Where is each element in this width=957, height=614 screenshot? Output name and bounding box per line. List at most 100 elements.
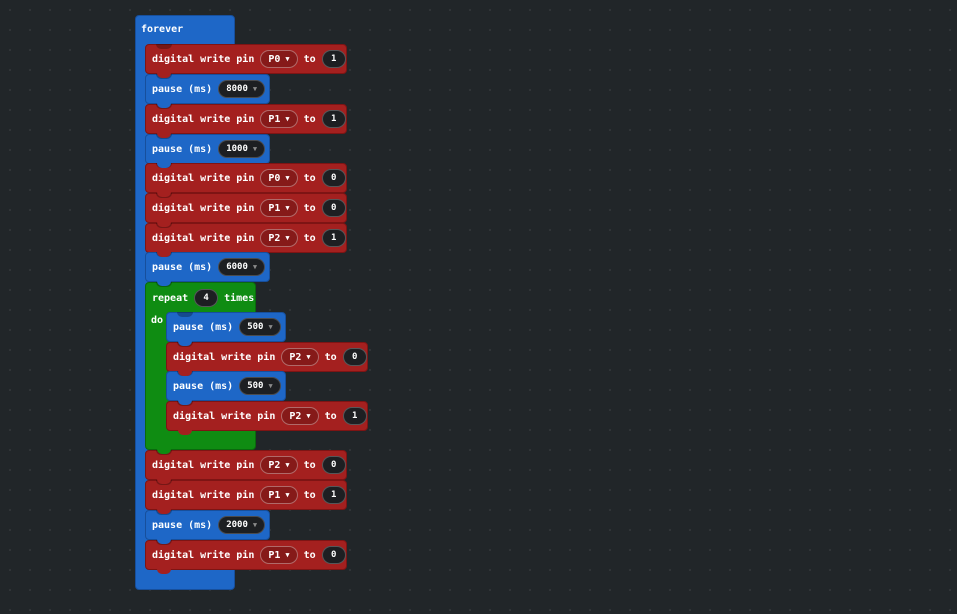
value-input[interactable]: 1 [321,110,346,128]
digital-write-label: digital write pin [152,489,255,501]
digital-write-label: digital write pin [152,549,255,561]
pause-duration-dropdown[interactable]: 1000 ▼ [218,140,266,158]
forever-label: forever [141,24,184,35]
chevron-down-icon: ▼ [285,461,290,469]
digital-write-block[interactable]: digital write pin P2 ▼ to 0 [166,342,368,376]
chevron-down-icon: ▼ [285,115,290,123]
pause-label: pause (ms) [152,519,213,531]
chevron-down-icon: ▼ [285,491,290,499]
pin-value: P0 [268,172,281,184]
chevron-down-icon: ▼ [252,521,258,529]
to-label: to [303,459,316,471]
digital-write-block[interactable]: digital write pin P1 ▼ to 0 [145,540,347,574]
pause-value: 500 [247,322,264,332]
pin-dropdown[interactable]: P1 ▼ [260,110,298,128]
pause-value: 6000 [226,262,248,272]
pin-dropdown[interactable]: P1 ▼ [260,486,298,504]
pause-duration-dropdown[interactable]: 8000 ▼ [218,80,266,98]
pin-dropdown[interactable]: P0 ▼ [260,50,298,68]
pin-dropdown[interactable]: P1 ▼ [260,199,298,217]
digital-write-block[interactable]: digital write pin P0 ▼ to 1 [145,44,347,78]
pause-value: 8000 [226,84,248,94]
pin-dropdown[interactable]: P2 ▼ [260,229,298,247]
pause-label: pause (ms) [152,143,213,155]
to-label: to [303,53,316,65]
pause-duration-dropdown[interactable]: 6000 ▼ [218,258,266,276]
chevron-down-icon: ▼ [252,85,258,93]
pause-duration-dropdown[interactable]: 500 ▼ [239,377,281,395]
digital-write-label: digital write pin [152,172,255,184]
pause-label: pause (ms) [152,261,213,273]
digital-write-block[interactable]: digital write pin P0 ▼ to 0 [145,163,347,197]
pin-dropdown[interactable]: P2 ▼ [260,456,298,474]
digital-write-block[interactable]: digital write pin P1 ▼ to 1 [145,480,347,514]
chevron-down-icon: ▼ [306,412,311,420]
pause-value: 1000 [226,144,248,154]
digital-write-label: digital write pin [152,232,255,244]
value-input[interactable]: 1 [342,407,367,425]
chevron-down-icon: ▼ [285,204,290,212]
value-input[interactable]: 1 [321,486,346,504]
pin-value: P0 [268,53,281,65]
chevron-down-icon: ▼ [285,234,290,242]
value-input[interactable]: 0 [342,348,367,366]
to-label: to [303,549,316,561]
digital-write-label: digital write pin [173,410,276,422]
pause-value: 500 [247,381,264,391]
pause-duration-dropdown[interactable]: 500 ▼ [239,318,281,336]
pin-value: P2 [268,459,281,471]
pause-block[interactable]: pause (ms) 8000 ▼ [145,74,270,108]
pin-value: P1 [268,489,281,501]
pin-dropdown[interactable]: P2 ▼ [281,348,319,366]
pause-duration-dropdown[interactable]: 2000 ▼ [218,516,266,534]
to-label: to [303,202,316,214]
value-input[interactable]: 0 [321,546,346,564]
pin-value: P2 [289,351,302,363]
value-input[interactable]: 0 [321,456,346,474]
digital-write-block[interactable]: digital write pin P2 ▼ to 1 [145,223,347,257]
digital-write-label: digital write pin [152,113,255,125]
value-input[interactable]: 1 [321,229,346,247]
pause-label: pause (ms) [152,83,213,95]
pin-dropdown[interactable]: P2 ▼ [281,407,319,425]
pin-value: P2 [268,232,281,244]
chevron-down-icon: ▼ [285,174,290,182]
pin-value: P1 [268,113,281,125]
to-label: to [303,232,316,244]
repeat-count-input[interactable]: 4 [194,289,219,307]
pause-block[interactable]: pause (ms) 2000 ▼ [145,510,270,544]
digital-write-block[interactable]: digital write pin P2 ▼ to 0 [145,450,347,484]
to-label: to [324,410,337,422]
pin-value: P1 [268,202,281,214]
pause-label: pause (ms) [173,321,234,333]
to-label: to [303,489,316,501]
digital-write-label: digital write pin [152,459,255,471]
pause-block[interactable]: pause (ms) 500 ▼ [166,312,286,346]
chevron-down-icon: ▼ [252,145,258,153]
value-input[interactable]: 0 [321,169,346,187]
to-label: to [324,351,337,363]
do-label: do [151,314,164,326]
chevron-down-icon: ▼ [306,353,311,361]
value-input[interactable]: 1 [321,50,346,68]
digital-write-label: digital write pin [173,351,276,363]
pin-dropdown[interactable]: P0 ▼ [260,169,298,187]
repeat-label: repeat [152,292,189,304]
pin-value: P1 [268,549,281,561]
digital-write-block[interactable]: digital write pin P1 ▼ to 0 [145,193,347,227]
pin-dropdown[interactable]: P1 ▼ [260,546,298,564]
chevron-down-icon: ▼ [285,551,290,559]
pause-block[interactable]: pause (ms) 1000 ▼ [145,134,270,168]
to-label: to [303,113,316,125]
pause-value: 2000 [226,520,248,530]
chevron-down-icon: ▼ [252,263,258,271]
pin-value: P2 [289,410,302,422]
digital-write-label: digital write pin [152,202,255,214]
digital-write-label: digital write pin [152,53,255,65]
chevron-down-icon: ▼ [268,323,273,331]
digital-write-block[interactable]: digital write pin P2 ▼ to 1 [166,401,368,435]
times-label: times [224,292,255,304]
value-input[interactable]: 0 [321,199,346,217]
digital-write-block[interactable]: digital write pin P1 ▼ to 1 [145,104,347,138]
chevron-down-icon: ▼ [268,382,273,390]
